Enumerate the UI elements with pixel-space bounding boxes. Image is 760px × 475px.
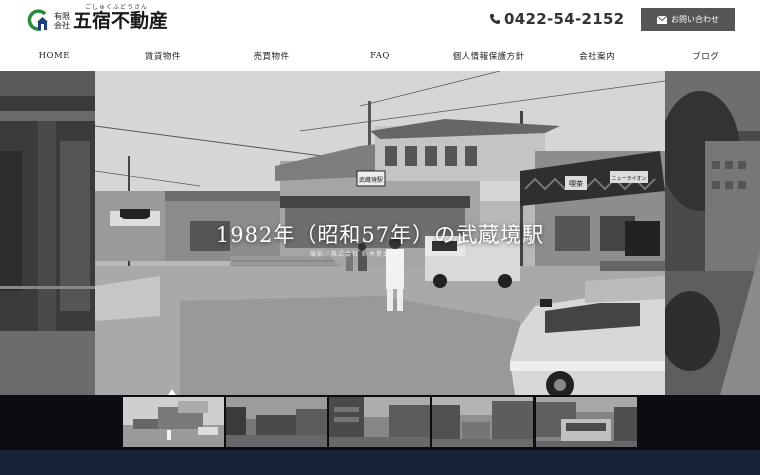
main-nav: HOME 賃貸物件 売買物件 FAQ 個人情報保護方針 会社案内 ブログ — [0, 42, 760, 70]
contact-button[interactable]: お問い合わせ — [641, 8, 735, 31]
photo-credit: 撮影／株式会社 鈴木貫太 — [310, 251, 390, 258]
mail-icon — [657, 15, 667, 24]
logo-small-line1: 有限 — [54, 12, 70, 21]
hero-slideshow: 武蔵境駅 喫茶 ニューライオン 1982年（昭和57年）の武蔵境駅 撮影／株式会… — [0, 71, 760, 395]
thumbnail-2[interactable] — [226, 397, 327, 447]
thumbnail-3[interactable] — [329, 397, 430, 447]
nav-item-faq[interactable]: FAQ — [326, 42, 435, 70]
nav-item-company[interactable]: 会社案内 — [543, 42, 652, 70]
thumbnail-strip — [0, 395, 760, 450]
thumbnail-1[interactable] — [123, 397, 224, 447]
contact-button-label: お問い合わせ — [671, 15, 719, 24]
nav-item-privacy[interactable]: 個人情報保護方針 — [434, 42, 543, 70]
thumbnail-5[interactable] — [536, 397, 637, 447]
cafe-sign: 喫茶 — [569, 179, 583, 188]
bottom-band — [0, 450, 760, 475]
nav-item-home[interactable]: HOME — [0, 42, 109, 70]
logo-main: ごしゅくふどうさん 五宿不動産 — [73, 4, 169, 36]
phone-number-text: 0422-54-2152 — [504, 10, 625, 28]
logo-company-name: 五宿不動産 — [73, 10, 169, 32]
logo-ruby: ごしゅくふどうさん — [85, 4, 149, 11]
phone-icon — [490, 14, 500, 24]
cafe-brand-sign: ニューライオン — [611, 176, 646, 182]
logo-small-line2: 会社 — [54, 21, 70, 30]
nav-item-sale[interactable]: 売買物件 — [217, 42, 326, 70]
phone-number[interactable]: 0422-54-2152 — [489, 10, 624, 28]
logo-mark-icon — [26, 9, 50, 33]
station-sign: 武蔵境駅 — [359, 176, 383, 184]
site-header: 有限 会社 ごしゅくふどうさん 五宿不動産 0422-54-2152 お問い合わ… — [0, 0, 760, 42]
nav-item-rental[interactable]: 賃貸物件 — [109, 42, 218, 70]
company-logo[interactable]: 有限 会社 ごしゅくふどうさん 五宿不動産 — [26, 4, 169, 36]
hero-caption: 1982年（昭和57年）の武蔵境駅 — [215, 223, 545, 247]
logo-company-type: 有限 会社 — [54, 12, 70, 30]
thumbnail-4[interactable] — [432, 397, 533, 447]
nav-item-blog[interactable]: ブログ — [651, 42, 760, 70]
